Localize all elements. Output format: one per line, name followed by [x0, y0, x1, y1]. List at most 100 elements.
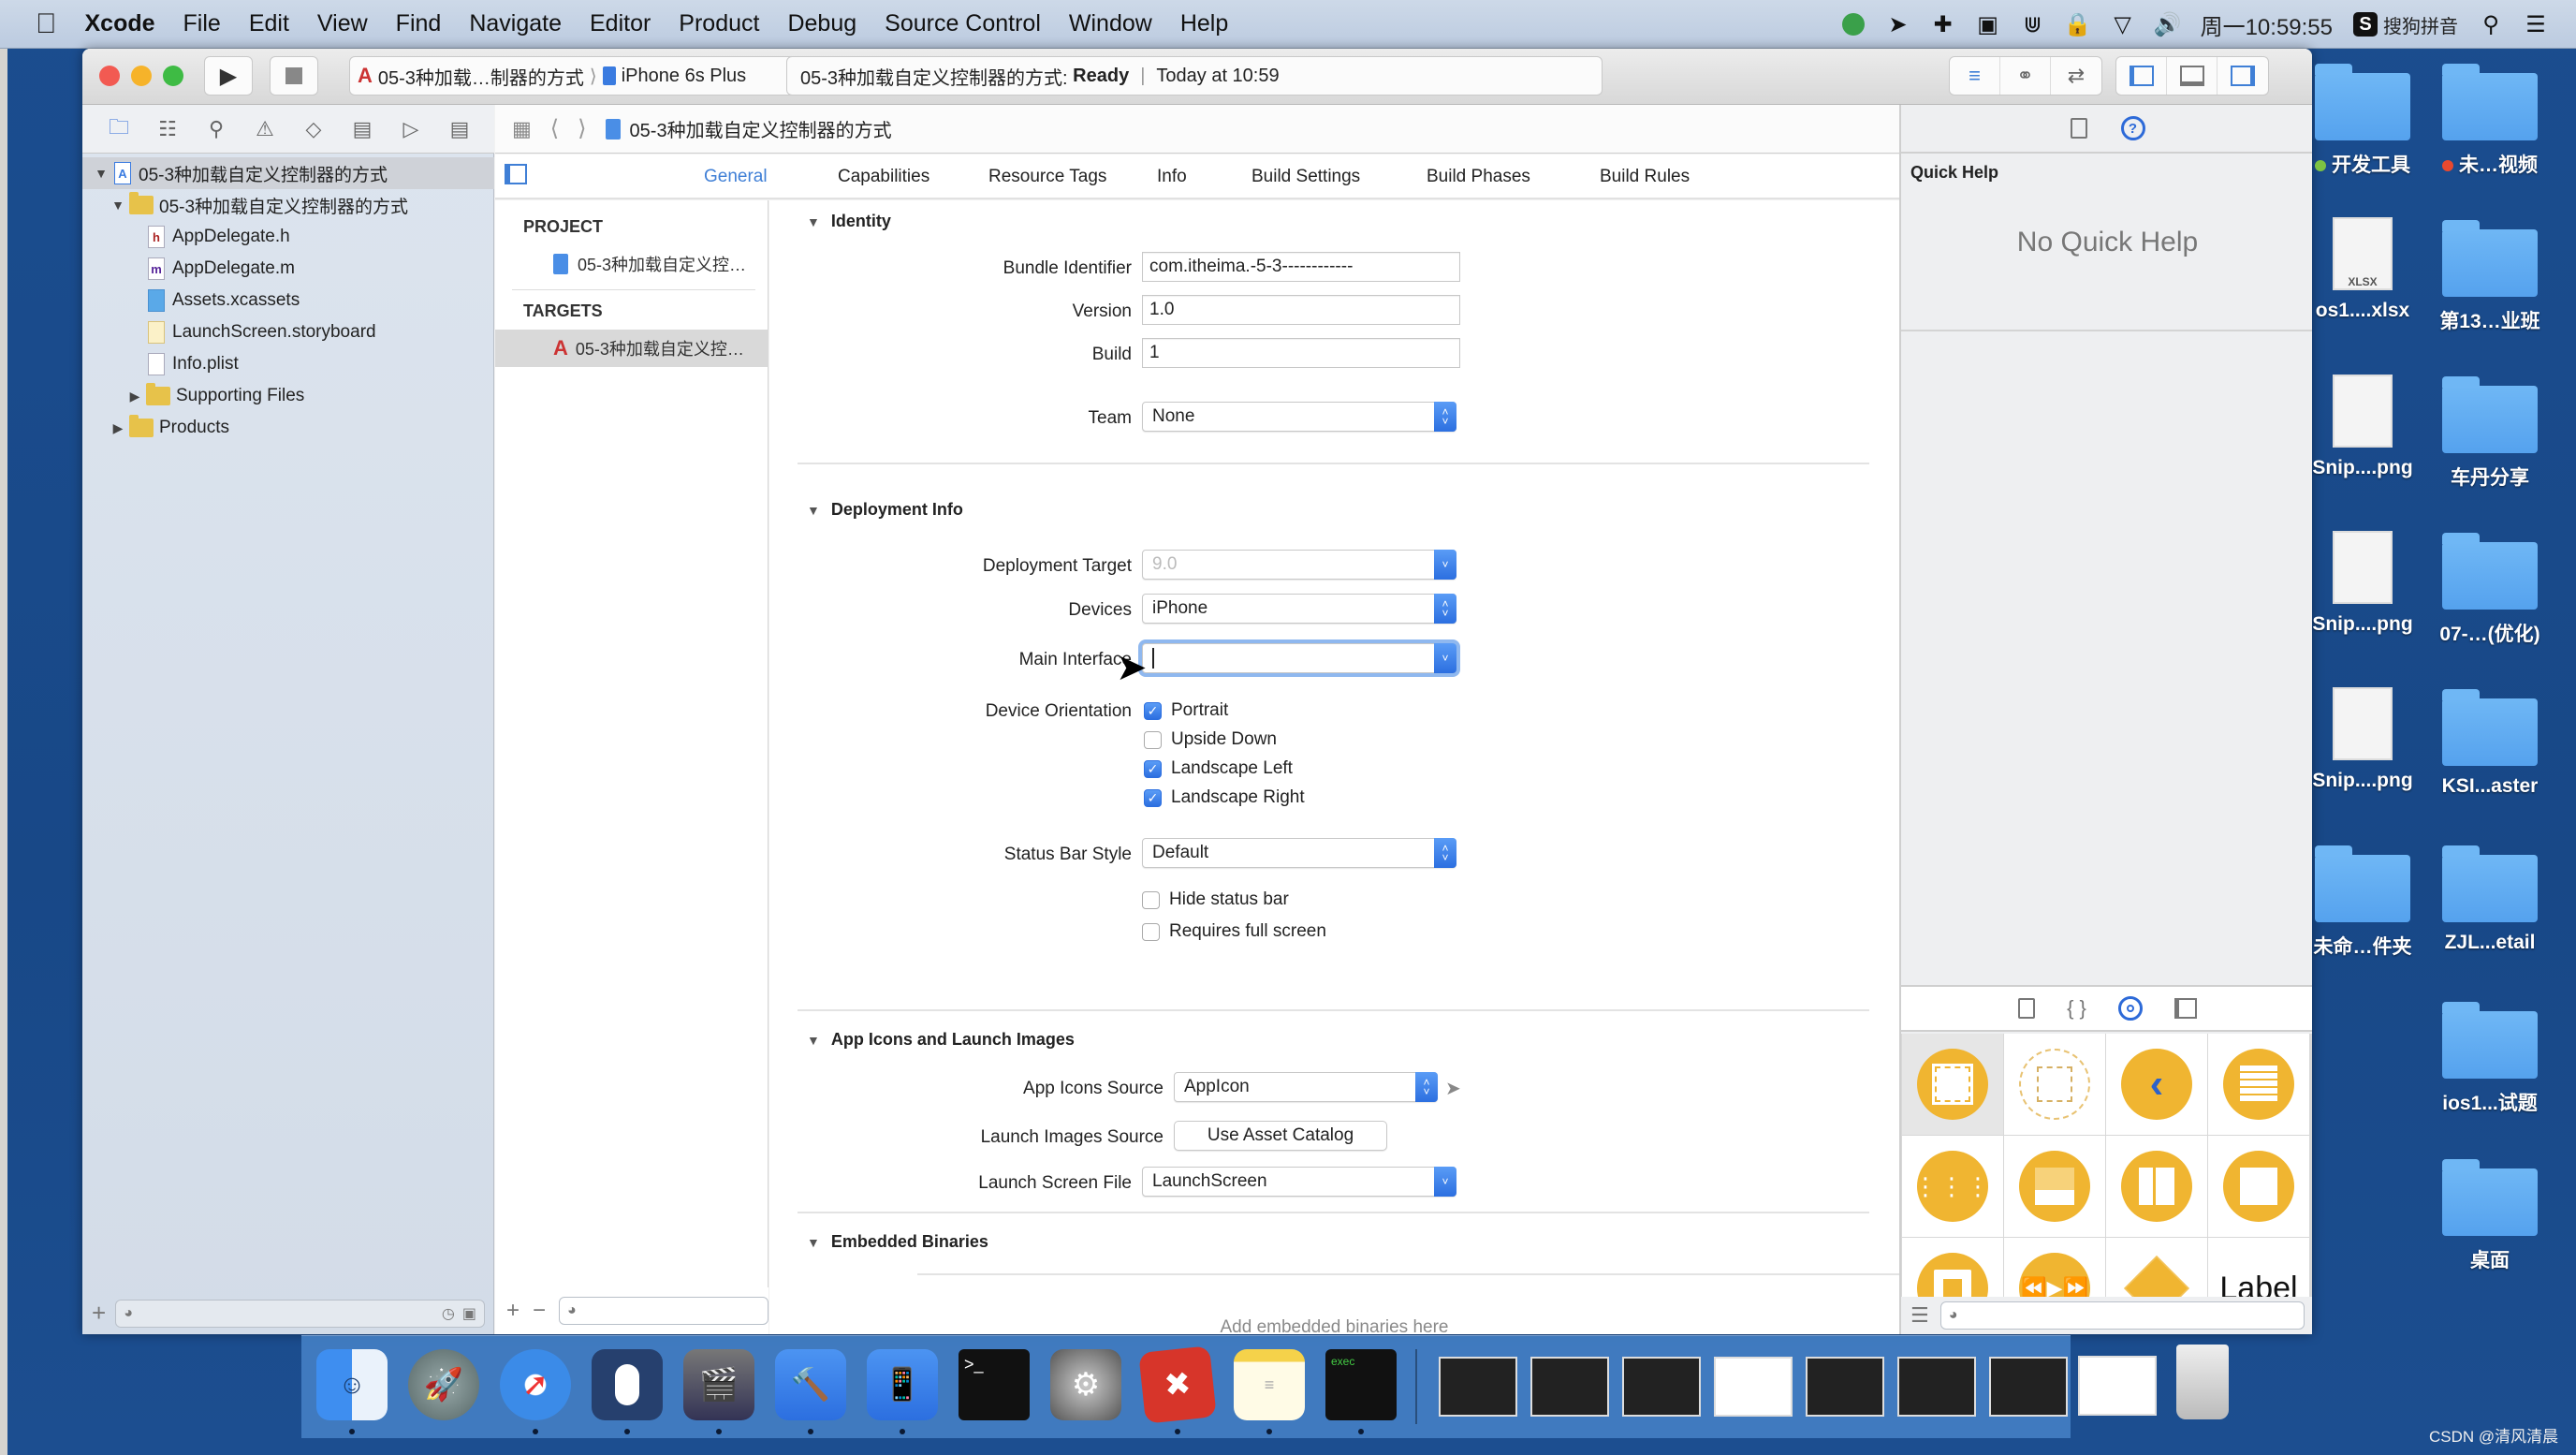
- launch-screen-file-combo[interactable]: LaunchScreen ˅: [1142, 1167, 1456, 1197]
- toggle-navigator-icon[interactable]: [2116, 57, 2167, 95]
- dock-xcode-icon[interactable]: 🔨: [775, 1349, 846, 1420]
- tab-build-settings[interactable]: Build Settings: [1251, 167, 1360, 187]
- tree-row-group[interactable]: ▶ Products: [82, 412, 494, 444]
- add-target-button[interactable]: +: [506, 1298, 520, 1324]
- library-item-table-view-controller[interactable]: [2208, 1034, 2309, 1135]
- volume-icon[interactable]: 🔊: [2154, 12, 2182, 37]
- assistant-editor-icon[interactable]: ⚭: [2000, 57, 2051, 95]
- landscape-left-checkbox[interactable]: ✓ Landscape Left: [1144, 758, 1293, 779]
- tab-info[interactable]: Info: [1157, 167, 1187, 187]
- dock-finder-icon[interactable]: ☺: [316, 1349, 388, 1420]
- search-icon[interactable]: ⚲: [198, 111, 234, 147]
- tab-capabilities[interactable]: Capabilities: [838, 167, 929, 187]
- tab-build-phases[interactable]: Build Phases: [1427, 167, 1530, 187]
- menu-product[interactable]: Product: [679, 10, 759, 37]
- version-field[interactable]: 1.0: [1142, 295, 1460, 325]
- portrait-checkbox[interactable]: ✓ Portrait: [1144, 700, 1228, 721]
- dock-minimized-window[interactable]: [1530, 1357, 1609, 1417]
- hide-status-bar-checkbox[interactable]: Hide status bar: [1142, 889, 1289, 910]
- scm-status-icon[interactable]: ▣: [462, 1304, 476, 1323]
- apple-menu-icon[interactable]: : [36, 8, 57, 40]
- menu-file[interactable]: File: [183, 10, 221, 37]
- report-icon[interactable]: ▤: [442, 111, 477, 147]
- dock-minimized-window[interactable]: [1439, 1357, 1517, 1417]
- camera-icon[interactable]: ▣: [1976, 12, 2000, 37]
- scheme-selector[interactable]: A 05-3种加载…制器的方式 ⟩ iPhone 6s Plus: [349, 56, 859, 96]
- file-inspector-icon[interactable]: [2070, 118, 2087, 139]
- tab-general[interactable]: General: [704, 167, 768, 187]
- tree-row-file[interactable]: LaunchScreen.storyboard: [82, 316, 494, 348]
- dock-terminal-icon[interactable]: >_: [959, 1349, 1030, 1420]
- recent-files-icon[interactable]: ◷: [442, 1304, 455, 1323]
- notification-center-icon[interactable]: ☰: [2524, 12, 2548, 37]
- symbol-navigator-icon[interactable]: ☷: [150, 111, 185, 147]
- airplane-icon[interactable]: ✚: [1931, 12, 1955, 37]
- dock-minimized-window[interactable]: [2078, 1356, 2157, 1416]
- tab-resource-tags[interactable]: Resource Tags: [988, 167, 1106, 187]
- tree-row-project[interactable]: ▼ A 05-3种加载自定义控制器的方式: [82, 157, 494, 189]
- upside-down-checkbox[interactable]: Upside Down: [1144, 729, 1277, 750]
- file-template-library-icon[interactable]: [2018, 998, 2036, 1019]
- toggle-debug-area-icon[interactable]: [2167, 57, 2217, 95]
- dock-minimized-window[interactable]: [1714, 1357, 1793, 1417]
- media-library-icon[interactable]: [2174, 998, 2197, 1019]
- disclosure-expanded-icon[interactable]: ▼: [807, 1033, 820, 1048]
- menu-help[interactable]: Help: [1180, 10, 1228, 37]
- zoom-window-button[interactable]: [163, 66, 183, 86]
- related-items-icon[interactable]: ▦: [512, 117, 532, 141]
- dock-launchpad-icon[interactable]: 🚀: [408, 1349, 479, 1420]
- code-snippet-library-icon[interactable]: { }: [2067, 996, 2086, 1021]
- targets-filter-input[interactable]: ◕: [559, 1297, 768, 1325]
- desktop-folder[interactable]: 开发工具: [2306, 64, 2419, 178]
- dock-minimized-window[interactable]: [1989, 1357, 2068, 1417]
- main-interface-combo[interactable]: ˅: [1142, 643, 1456, 673]
- quick-help-icon[interactable]: ?: [2120, 116, 2145, 140]
- desktop-folder[interactable]: 07-…(优化): [2434, 533, 2546, 647]
- dock-minimized-window[interactable]: [1897, 1357, 1976, 1417]
- dock-console-icon[interactable]: exec: [1325, 1349, 1397, 1420]
- desktop-folder[interactable]: 未…视频: [2434, 64, 2546, 178]
- desktop-folder[interactable]: 车丹分享: [2434, 376, 2546, 491]
- spotlight-search-icon[interactable]: ⚲: [2479, 12, 2503, 37]
- dock-minimized-window[interactable]: [1806, 1357, 1884, 1417]
- dock-notes-icon[interactable]: ≡: [1234, 1349, 1305, 1420]
- menu-editor[interactable]: Editor: [590, 10, 651, 37]
- menu-edit[interactable]: Edit: [249, 10, 289, 37]
- desktop-file[interactable]: XLSX os1....xlsx: [2306, 217, 2419, 322]
- run-button[interactable]: ▶: [204, 56, 253, 96]
- status-bar-style-popup[interactable]: Default ˄ ˅: [1142, 838, 1456, 868]
- devices-popup[interactable]: iPhone ˄ ˅: [1142, 594, 1456, 624]
- library-item-collection-view-controller[interactable]: ⋮⋮⋮: [1902, 1136, 2003, 1237]
- menu-window[interactable]: Window: [1069, 10, 1152, 37]
- disclosure-expanded-icon[interactable]: ▼: [807, 214, 820, 229]
- debug-gauge-icon[interactable]: ▤: [344, 111, 380, 147]
- chevron-down-icon[interactable]: ˅: [1434, 643, 1456, 673]
- desktop-folder[interactable]: KSI...aster: [2434, 689, 2546, 798]
- jump-bar-path[interactable]: 05-3种加载自定义控制器的方式: [630, 115, 892, 142]
- toggle-targets-list-icon[interactable]: [505, 164, 527, 184]
- tree-row-group[interactable]: ▼ 05-3种加载自定义控制器的方式: [82, 189, 494, 221]
- desktop-folder[interactable]: ios1...试题: [2434, 1002, 2546, 1116]
- disclosure-collapsed-icon[interactable]: ▶: [110, 420, 125, 436]
- add-file-button[interactable]: +: [92, 1299, 106, 1328]
- desktop-file[interactable]: Snip....png: [2306, 375, 2419, 479]
- app-icons-source-popup[interactable]: AppIcon ˄ ˅: [1174, 1072, 1438, 1102]
- breakpoint-icon[interactable]: ▷: [393, 111, 429, 147]
- chevron-down-icon[interactable]: ˅: [1434, 1167, 1456, 1197]
- wifi-icon[interactable]: ▽: [2111, 12, 2135, 37]
- folder-icon[interactable]: 🗀: [101, 111, 137, 147]
- tree-row-file[interactable]: h AppDelegate.h: [82, 221, 494, 253]
- deployment-target-combo[interactable]: 9.0 ˅: [1142, 550, 1456, 580]
- standard-editor-icon[interactable]: ≡: [1950, 57, 2000, 95]
- team-popup[interactable]: None ˄ ˅: [1142, 402, 1456, 432]
- menu-navigate[interactable]: Navigate: [469, 10, 562, 37]
- go-to-asset-icon[interactable]: ➤: [1445, 1077, 1461, 1100]
- desktop-folder[interactable]: 第13…业班: [2434, 220, 2546, 334]
- dock-xmind-icon[interactable]: ✖: [1138, 1345, 1217, 1424]
- back-button[interactable]: ⟨: [550, 115, 559, 142]
- dock-safari-icon[interactable]: ➚: [500, 1349, 571, 1420]
- forward-button[interactable]: ⟩: [578, 115, 586, 142]
- section-deployment-info[interactable]: ▼ Deployment Info: [807, 500, 963, 520]
- disclosure-expanded-icon[interactable]: ▼: [94, 166, 109, 181]
- desktop-file[interactable]: Snip....png: [2306, 687, 2419, 792]
